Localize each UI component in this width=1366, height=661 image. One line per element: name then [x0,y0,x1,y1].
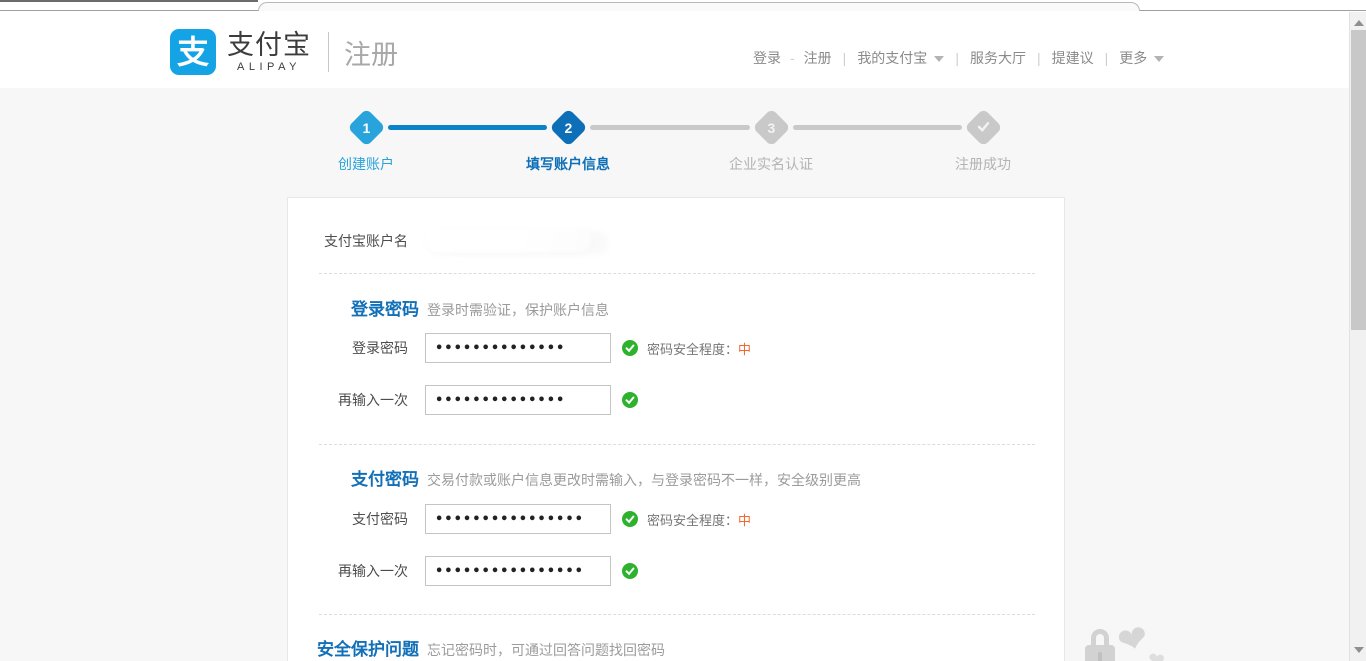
nav-my-alipay-menu[interactable]: 我的支付宝 [857,48,944,68]
account-name-row: 支付宝账户名 [288,228,591,254]
step-3-marker: 3 [752,108,790,146]
section-divider [319,444,1035,445]
step-2-number: 2 [564,120,572,134]
section-divider [319,614,1035,615]
step-1-number: 1 [362,120,370,134]
pay-password-row: 支付密码 密码安全程度：中 [288,504,751,534]
success-check-icon [622,340,638,356]
brand-name-en: ALIPAY [227,61,311,73]
pay-password-label: 支付密码 [288,509,408,529]
nav-separator: | [843,50,847,66]
login-password-confirm-label: 再输入一次 [288,390,408,410]
scrollbar-thumb[interactable] [1351,30,1366,330]
nav-more-label: 更多 [1119,50,1147,66]
pay-password-section-header: 支付密码 交易付款或账户信息更改时需输入，与登录密码不一样，安全级别更高 [288,465,861,490]
alipay-logo[interactable]: 支 支付宝 ALIPAY 注册 [170,29,398,75]
nav-register-link[interactable]: 注册 [804,48,832,68]
login-password-input[interactable] [425,333,611,363]
success-check-icon [622,511,638,527]
step-enterprise-verification: 3 企业实名认证 [696,112,846,174]
nav-separator: | [1105,50,1109,66]
pay-password-title: 支付密码 [288,465,419,490]
alipay-logo-icon: 支 [170,29,216,75]
step-2-label: 填写账户信息 [493,154,643,174]
pay-password-description: 交易付款或账户信息更改时需输入，与登录密码不一样，安全级别更高 [427,470,861,490]
password-strength-text: 密码安全程度：中 [647,339,751,358]
strength-value: 中 [738,342,751,357]
nav-my-alipay-label: 我的支付宝 [857,50,927,66]
pay-password-confirm-row: 再输入一次 [288,556,638,586]
login-password-title: 登录密码 [288,295,419,320]
nav-feedback-link[interactable]: 提建议 [1052,48,1094,68]
registration-form-panel: 支付宝账户名 登录密码 登录时需验证，保护账户信息 登录密码 密码安全程度：中 … [287,197,1065,661]
login-password-section-header: 登录密码 登录时需验证，保护账户信息 [288,295,609,320]
top-nav: 登录 - 注册 | 我的支付宝 | 服务大厅 | 提建议 | 更多 [753,48,1164,68]
step-4-marker [964,108,1002,146]
step-4-check-icon [977,120,990,135]
nav-service-hall-link[interactable]: 服务大厅 [970,48,1026,68]
chevron-down-icon [1154,56,1164,62]
browser-tab[interactable] [258,2,1140,11]
step-create-account: 1 创建账户 [291,112,441,174]
nav-separator: | [1037,50,1041,66]
site-header: 支 支付宝 ALIPAY 注册 登录 - 注册 | 我的支付宝 | 服务大厅 |… [0,12,1366,88]
step-1-label: 创建账户 [291,154,441,174]
security-question-section-header: 安全保护问题 忘记密码时，可通过回答问题找回密码 [288,635,665,660]
step-3-number: 3 [767,120,775,134]
scroll-down-arrow-icon[interactable] [1354,647,1364,653]
logo-glyph: 支 [177,36,209,68]
success-check-icon [622,563,638,579]
step-fill-account-info: 2 填写账户信息 [493,112,643,174]
pay-password-input[interactable] [425,504,611,534]
nav-separator: | [955,50,959,66]
lock-shackle [1091,629,1109,645]
nav-login-link[interactable]: 登录 [753,48,781,68]
step-4-label: 注册成功 [908,154,1058,174]
vertical-scrollbar[interactable] [1349,12,1366,661]
small-heart-icon: ❤ [1146,647,1166,661]
redacted-account-name [426,229,591,253]
step-3-label: 企业实名认证 [696,154,846,174]
account-name-label: 支付宝账户名 [288,231,408,251]
brand-text: 支付宝 ALIPAY [227,31,311,72]
security-question-title: 安全保护问题 [288,635,419,660]
chevron-down-icon [934,56,944,62]
pay-password-confirm-label: 再输入一次 [288,561,408,581]
nav-separator: - [790,50,795,66]
success-check-icon [622,392,638,408]
pay-password-confirm-input[interactable] [425,556,611,586]
step-2-marker: 2 [549,108,587,146]
strength-value: 中 [738,513,751,528]
strength-label: 密码安全程度： [647,342,738,357]
section-divider [319,273,1035,274]
login-password-label: 登录密码 [288,338,408,358]
login-password-row: 登录密码 密码安全程度：中 [288,333,751,363]
scroll-up-arrow-icon[interactable] [1354,20,1364,26]
step-register-success: 注册成功 [908,112,1058,174]
lock-body [1085,645,1115,661]
nav-more-menu[interactable]: 更多 [1119,48,1164,68]
login-password-description: 登录时需验证，保护账户信息 [427,300,609,320]
brand-name-cn: 支付宝 [227,31,311,59]
strength-label: 密码安全程度： [647,513,738,528]
password-strength-text: 密码安全程度：中 [647,510,751,529]
lock-icon [1085,629,1115,661]
login-password-confirm-input[interactable] [425,385,611,415]
step-1-marker: 1 [347,108,385,146]
logo-divider [328,32,329,72]
page-title: 注册 [344,33,398,72]
login-password-confirm-row: 再输入一次 [288,385,638,415]
browser-tab-strip [0,0,1366,11]
window-edge [0,0,258,2]
security-question-description: 忘记密码时，可通过回答问题找回密码 [427,640,665,660]
